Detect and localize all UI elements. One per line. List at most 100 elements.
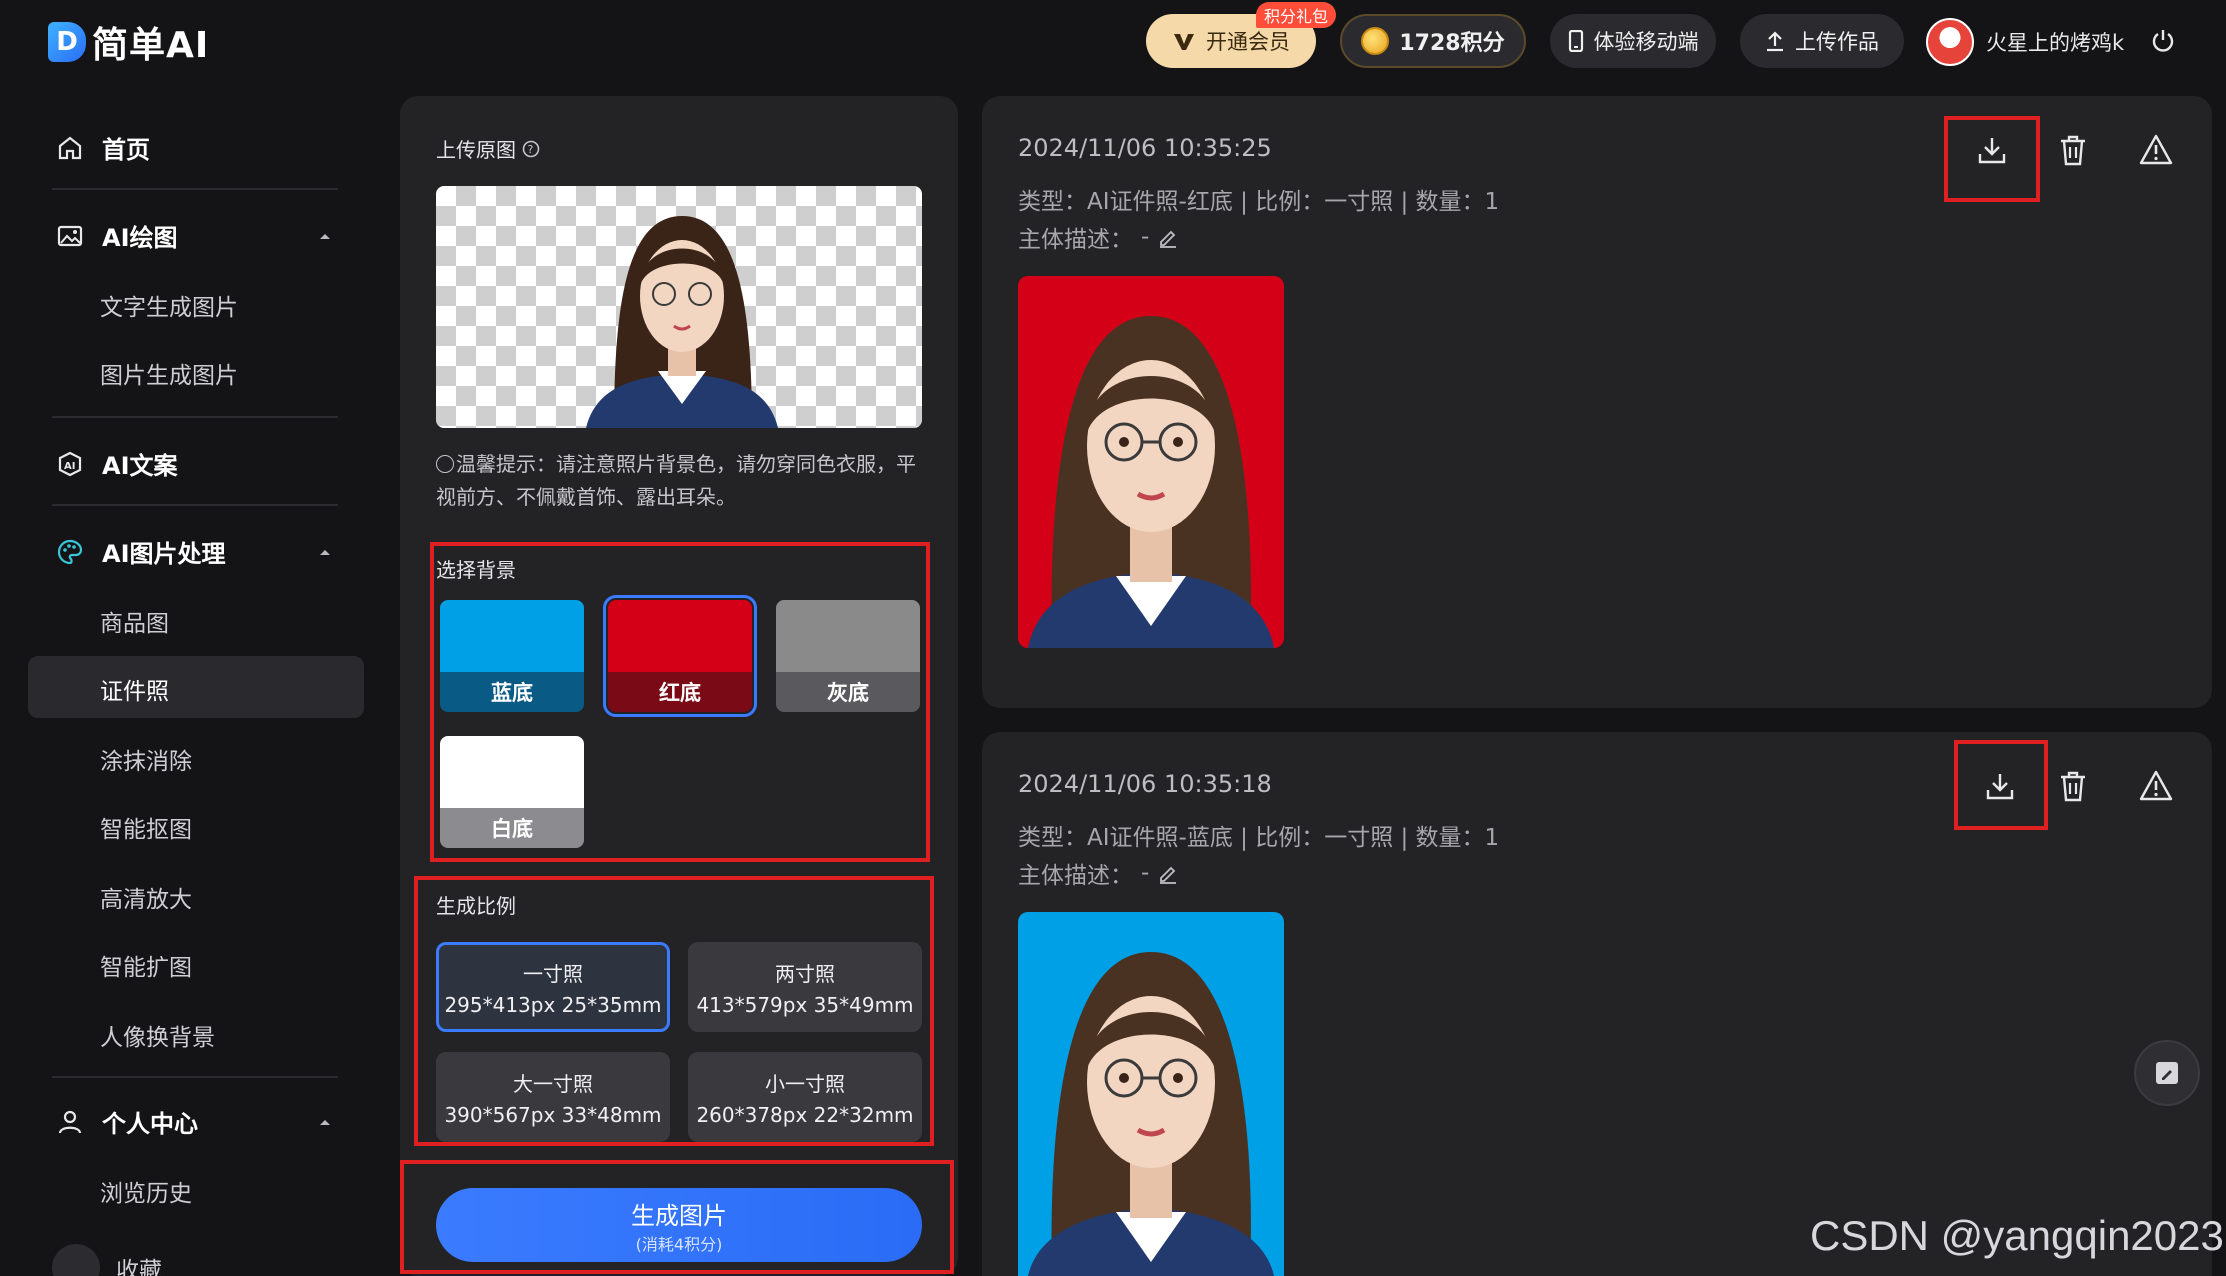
upload-tip: 温馨提示：请注意照片背景色，请勿穿同色衣服，平视前方、不佩戴首饰、露出耳朵。 — [436, 448, 916, 514]
nav-erase[interactable]: 涂抹消除 — [100, 742, 192, 776]
nav-favorites[interactable]: 收藏 — [52, 1244, 162, 1276]
mobile-label: 体验移动端 — [1593, 30, 1699, 54]
nav-personal[interactable]: 个人中心 — [56, 1104, 330, 1139]
result-portrait — [1018, 912, 1284, 1276]
bg-option-gray[interactable]: 灰底 — [776, 600, 920, 712]
nav-personal-label: 个人中心 — [102, 1110, 198, 1138]
generate-button[interactable]: 生成图片 (消耗4积分) — [436, 1188, 922, 1262]
bg-option-label: 蓝底 — [440, 672, 584, 712]
phone-icon — [1568, 30, 1583, 52]
watermark: CSDN @yangqin2023 — [1810, 1212, 2224, 1259]
ratio-name: 一寸照 — [523, 961, 583, 986]
chevron-up-icon[interactable] — [318, 1117, 332, 1127]
help-icon[interactable]: ? — [522, 140, 540, 158]
result-card: 2024/11/06 10:35:25 类型：AI证件照-红底 | 比例：一寸照… — [982, 96, 2212, 708]
image-icon — [57, 225, 83, 246]
edit-icon[interactable] — [1157, 226, 1179, 248]
nav-home-label: 首页 — [102, 136, 150, 164]
background-title: 选择背景 — [436, 558, 516, 582]
upload-title-text: 上传原图 — [436, 138, 516, 162]
upload-icon — [1767, 31, 1783, 52]
result-card: 2024/11/06 10:35:18 类型：AI证件照-蓝底 | 比例：一寸照… — [982, 732, 2212, 1276]
user-menu[interactable]: 火星上的烤鸡k — [1926, 16, 2124, 68]
power-icon[interactable] — [2150, 28, 2176, 54]
generate-cost: (消耗4积分) — [635, 1234, 723, 1254]
logo-text: 简单AI — [92, 25, 210, 66]
result-portrait — [1018, 276, 1284, 648]
nav-home[interactable]: 首页 — [56, 130, 150, 165]
coin-icon — [1361, 27, 1390, 55]
feedback-button[interactable] — [2134, 1040, 2200, 1106]
ratio-title: 生成比例 — [436, 894, 516, 918]
portrait-preview — [586, 216, 778, 428]
vip-badge: 积分礼包 — [1256, 2, 1337, 28]
result-type: 类型：AI证件照-红底 | 比例：一寸照 | 数量：1 — [1018, 189, 1500, 215]
bg-option-label: 红底 — [608, 672, 752, 712]
result-photo[interactable] — [1018, 912, 1284, 1276]
result-desc-label: 主体描述： — [1018, 227, 1133, 253]
result-photo[interactable] — [1018, 276, 1284, 648]
result-time: 2024/11/06 10:35:18 — [1018, 770, 1272, 798]
menu-icon — [52, 1244, 100, 1276]
chevron-up-icon[interactable] — [318, 231, 332, 241]
nav-ai-image[interactable]: AI图片处理 — [56, 534, 330, 569]
upload-work-button[interactable]: 上传作品 — [1740, 14, 1904, 68]
points-button[interactable]: 1728积分 — [1340, 14, 1526, 68]
result-type: 类型：AI证件照-蓝底 | 比例：一寸照 | 数量：1 — [1018, 825, 1500, 851]
divider — [52, 1076, 338, 1078]
chevron-up-icon[interactable] — [318, 547, 332, 557]
nav-ai-draw-label: AI绘图 — [102, 224, 178, 252]
ratio-name: 大一寸照 — [513, 1071, 593, 1096]
nav-text-to-image[interactable]: 文字生成图片 — [100, 288, 238, 322]
nav-id-photo[interactable]: 证件照 — [100, 672, 169, 706]
bg-color-preview — [440, 736, 584, 808]
bg-option-blue[interactable]: 蓝底 — [440, 600, 584, 712]
nav-upscale[interactable]: 高清放大 — [100, 880, 192, 914]
vip-icon — [1174, 34, 1194, 50]
nav-ai-draw[interactable]: AI绘图 — [56, 218, 330, 253]
bg-option-white[interactable]: 白底 — [440, 736, 584, 848]
sidebar: 首页 AI绘图 文字生成图片 图片生成图片 AI AI文案 AI图片处理 商品图… — [0, 86, 384, 1276]
top-bar: D 简单AI 开通会员 积分礼包 1728积分 体验移动端 上传作品 火星上的烤… — [0, 0, 2226, 86]
ratio-option-large-1inch[interactable]: 大一寸照 390*567px 33*48mm — [436, 1052, 670, 1142]
edit-icon[interactable] — [1157, 862, 1179, 884]
generate-label: 生成图片 — [631, 1201, 727, 1230]
ai-copy-icon: AI — [58, 451, 82, 476]
bg-option-label: 白底 — [440, 808, 584, 848]
mobile-button[interactable]: 体验移动端 — [1550, 14, 1716, 68]
avatar — [1926, 18, 1974, 66]
ratio-option-small-1inch[interactable]: 小一寸照 260*378px 22*32mm — [688, 1052, 922, 1142]
ratio-option-1inch[interactable]: 一寸照 295*413px 25*35mm — [436, 942, 670, 1032]
trash-icon[interactable] — [2056, 132, 2090, 168]
uploaded-image[interactable] — [436, 186, 922, 428]
ratio-option-2inch[interactable]: 两寸照 413*579px 35*49mm — [688, 942, 922, 1032]
nav-ai-copy[interactable]: AI AI文案 — [56, 446, 178, 481]
warning-icon[interactable] — [2138, 768, 2174, 804]
bg-option-label: 灰底 — [776, 672, 920, 712]
divider — [52, 504, 338, 506]
upload-work-label: 上传作品 — [1795, 30, 1879, 54]
result-desc-value: - — [1141, 860, 1150, 886]
bg-color-preview — [608, 600, 752, 672]
ratio-spec: 295*413px 25*35mm — [444, 992, 662, 1017]
divider — [52, 416, 338, 418]
warning-icon[interactable] — [2138, 132, 2174, 168]
bg-option-red[interactable]: 红底 — [603, 595, 757, 717]
nav-cutout[interactable]: 智能抠图 — [100, 810, 192, 844]
download-icon[interactable] — [1974, 132, 2010, 168]
app-logo[interactable]: D 简单AI — [48, 18, 209, 66]
nav-active-highlight — [28, 656, 364, 718]
nav-history[interactable]: 浏览历史 — [100, 1174, 192, 1208]
svg-text:?: ? — [528, 143, 534, 156]
ratio-name: 小一寸照 — [765, 1071, 845, 1096]
nav-ai-image-label: AI图片处理 — [102, 540, 226, 568]
result-desc: 主体描述： - — [1018, 220, 1179, 254]
nav-change-bg[interactable]: 人像换背景 — [100, 1018, 215, 1052]
result-desc-value: - — [1141, 224, 1150, 250]
nav-product-image[interactable]: 商品图 — [100, 604, 169, 638]
trash-icon[interactable] — [2056, 768, 2090, 804]
nav-image-to-image[interactable]: 图片生成图片 — [100, 356, 238, 390]
nav-expand[interactable]: 智能扩图 — [100, 948, 192, 982]
vip-label: 开通会员 — [1206, 30, 1290, 54]
download-icon[interactable] — [1982, 768, 2018, 804]
